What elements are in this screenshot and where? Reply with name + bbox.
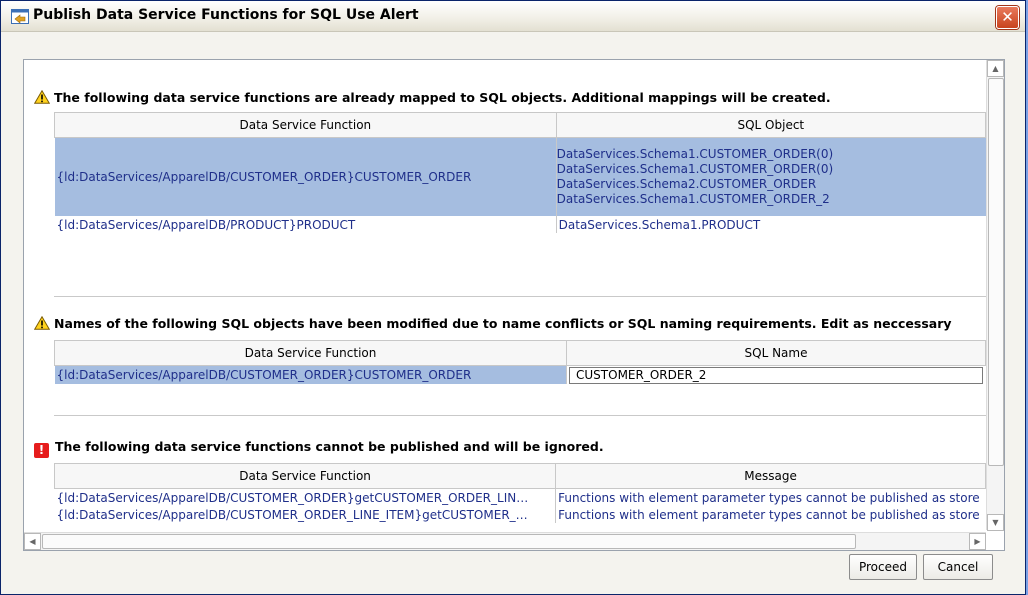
- table-header-row: Data Service Function SQL Name: [53, 340, 986, 366]
- arrow-right-icon: ▶: [974, 537, 981, 546]
- scroll-down-button[interactable]: ▼: [987, 514, 1004, 531]
- sql-object-cell: DataServices.Schema1.PRODUCT: [555, 216, 986, 233]
- alert-scroll-panel[interactable]: The following data service functions are…: [23, 59, 1005, 551]
- sql-name-cell: [566, 365, 986, 384]
- close-button[interactable]: ✕: [996, 6, 1019, 29]
- column-header[interactable]: Data Service Function: [53, 463, 557, 489]
- table-row[interactable]: {ld:DataServices/ApparelDB/CUSTOMER_ORDE…: [54, 137, 986, 216]
- table-row[interactable]: {ld:DataServices/ApparelDB/CUSTOMER_ORDE…: [55, 488, 986, 506]
- title-bar: Publish Data Service Functions for SQL U…: [1, 1, 1025, 32]
- arrow-down-icon: ▼: [992, 518, 999, 527]
- warning-icon: [34, 90, 50, 104]
- table-row[interactable]: {ld:DataServices/ApparelDB/PRODUCT}PRODU…: [55, 216, 986, 233]
- horizontal-scrollbar[interactable]: ◀ ▶: [24, 532, 986, 550]
- table-header-row: Data Service Function Message: [53, 463, 986, 489]
- unpublishable-table: Data Service Function Message {ld:DataSe…: [53, 463, 986, 523]
- section-divider: [54, 415, 986, 416]
- message-cell: Functions with element parameter types c…: [555, 506, 986, 523]
- column-header[interactable]: SQL Object: [555, 112, 986, 138]
- message-cell: Functions with element parameter types c…: [555, 488, 986, 506]
- sql-object: DataServices.Schema1.CUSTOMER_ORDER_2: [556, 192, 830, 206]
- cancel-button[interactable]: Cancel: [923, 554, 993, 580]
- mapped-functions-table: Data Service Function SQL Object {ld:Dat…: [54, 112, 986, 233]
- dialog-window: Publish Data Service Functions for SQL U…: [0, 0, 1026, 595]
- sql-object: DataServices.Schema1.CUSTOMER_ORDER(0): [556, 147, 834, 161]
- heading-text: The following data service functions are…: [54, 90, 831, 105]
- proceed-button[interactable]: Proceed: [849, 554, 917, 580]
- section-divider: [54, 296, 986, 297]
- scroll-up-button[interactable]: ▲: [987, 60, 1004, 77]
- scroll-right-button[interactable]: ▶: [969, 533, 986, 550]
- vertical-scroll-thumb[interactable]: [988, 78, 1004, 466]
- error-icon: !: [34, 443, 49, 458]
- alert-content: The following data service functions are…: [24, 60, 986, 530]
- vertical-scrollbar[interactable]: ▲ ▼: [986, 60, 1004, 531]
- arrow-left-icon: ◀: [29, 537, 36, 546]
- table-row[interactable]: {ld:DataServices/ApparelDB/CUSTOMER_ORDE…: [54, 365, 986, 384]
- dialog-body: The following data service functions are…: [1, 32, 1025, 594]
- table-header-row: Data Service Function SQL Object: [54, 112, 986, 138]
- close-icon: ✕: [1001, 8, 1014, 26]
- function-cell: {ld:DataServices/ApparelDB/PRODUCT}PRODU…: [56, 217, 356, 232]
- function-cell: {ld:DataServices/ApparelDB/CUSTOMER_ORDE…: [54, 137, 557, 216]
- column-header[interactable]: Message: [555, 463, 986, 489]
- column-header[interactable]: Data Service Function: [54, 112, 557, 138]
- sql-name-input[interactable]: [569, 366, 984, 384]
- heading-text: The following data service functions can…: [55, 439, 604, 454]
- renamed-objects-table: Data Service Function SQL Name {ld:DataS…: [53, 340, 986, 384]
- function-cell: {ld:DataServices/ApparelDB/CUSTOMER_ORDE…: [56, 490, 529, 505]
- function-cell: {ld:DataServices/ApparelDB/CUSTOMER_ORDE…: [56, 507, 528, 522]
- column-header[interactable]: SQL Name: [566, 340, 986, 366]
- window-title: Publish Data Service Functions for SQL U…: [33, 7, 419, 23]
- unpublishable-heading: ! The following data service functions ca…: [34, 439, 604, 458]
- sql-object: DataServices.Schema1.CUSTOMER_ORDER(0): [556, 162, 834, 176]
- scroll-left-button[interactable]: ◀: [24, 533, 41, 550]
- publish-icon: [11, 9, 29, 24]
- warning-icon: [34, 316, 50, 330]
- column-header[interactable]: Data Service Function: [53, 340, 568, 366]
- mapped-functions-heading: The following data service functions are…: [34, 90, 831, 105]
- heading-text: Names of the following SQL objects have …: [54, 316, 952, 331]
- renamed-objects-heading: Names of the following SQL objects have …: [34, 316, 952, 331]
- function-cell: {ld:DataServices/ApparelDB/CUSTOMER_ORDE…: [54, 365, 567, 384]
- table-row[interactable]: {ld:DataServices/ApparelDB/CUSTOMER_ORDE…: [55, 506, 986, 523]
- horizontal-scroll-thumb[interactable]: [42, 534, 856, 549]
- sql-object: DataServices.Schema2.CUSTOMER_ORDER: [556, 177, 817, 191]
- arrow-up-icon: ▲: [992, 64, 999, 73]
- sql-object-cell: DataServices.Schema1.CUSTOMER_ORDER(0) D…: [555, 137, 986, 216]
